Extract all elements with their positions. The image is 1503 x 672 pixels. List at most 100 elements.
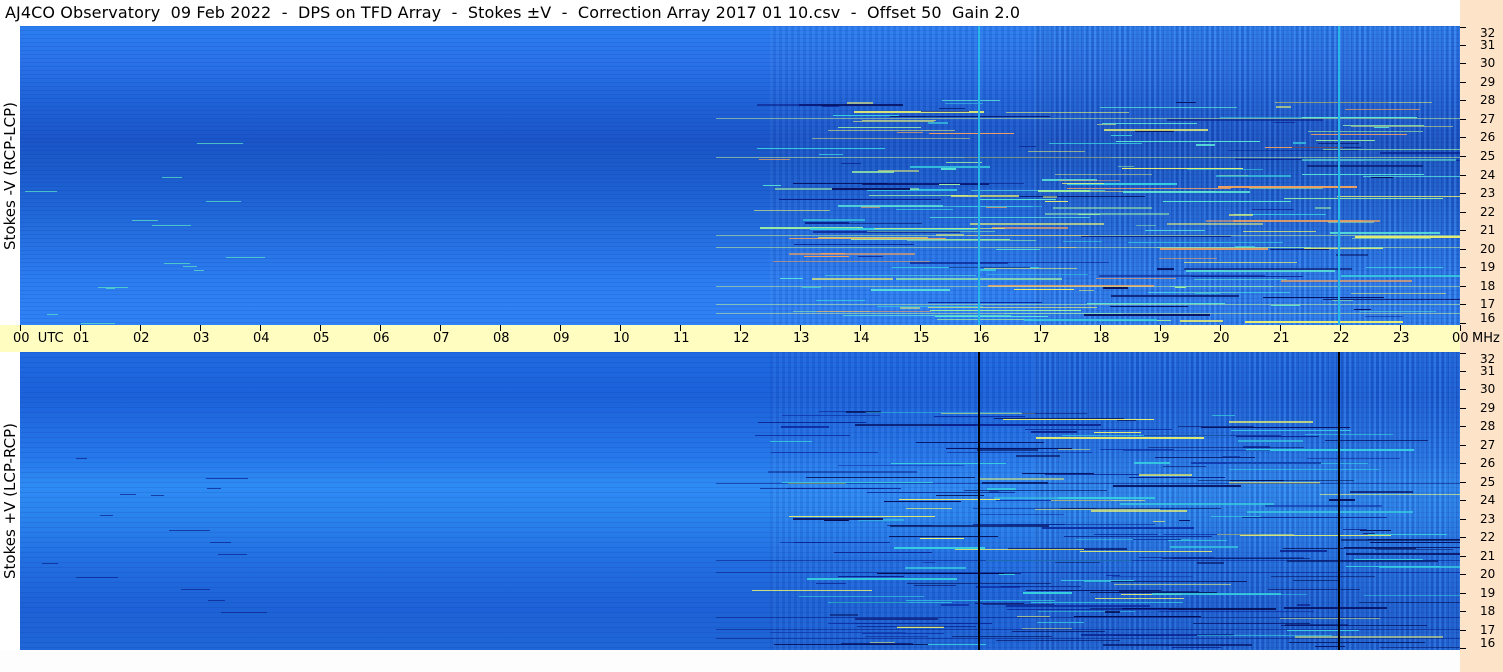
emission-streak [1162, 558, 1311, 559]
page-title: AJ4CO Observatory 09 Feb 2022 - DPS on T… [5, 3, 1021, 22]
emission-streak [1104, 611, 1120, 613]
emission-streak [793, 244, 914, 245]
emission-streak [830, 614, 858, 616]
emission-streak [1351, 126, 1453, 127]
emission-streak [1235, 159, 1311, 160]
emission-streak [805, 222, 849, 224]
emission-streak [951, 636, 1053, 637]
emission-streak [1211, 415, 1236, 416]
emission-streak [1090, 510, 1187, 512]
emission-streak [1291, 147, 1361, 148]
emission-streak [1041, 527, 1194, 529]
frequency-tick-label: 20 [1480, 242, 1496, 256]
emission-streak [854, 623, 993, 624]
time-tick-label: 07 [433, 331, 450, 346]
time-tick-label: 06 [373, 331, 390, 346]
emission-streak [1337, 196, 1460, 197]
emission-streak [823, 520, 850, 521]
emission-streak [1024, 319, 1157, 321]
emission-streak [181, 589, 210, 590]
frequency-tick-label: 31 [1480, 38, 1496, 52]
time-tick-mark [200, 325, 201, 331]
emission-streak [1184, 262, 1298, 263]
emission-streak [1128, 477, 1226, 478]
frequency-tick-label: 26 [1480, 130, 1496, 144]
emission-streak [152, 225, 192, 226]
emission-streak [874, 228, 1005, 229]
emission-streak [1270, 576, 1376, 577]
emission-streak [815, 300, 865, 301]
emission-streak [831, 188, 910, 190]
frequency-tick-label: 21 [1480, 549, 1496, 563]
frequency-tick-label: 30 [1480, 382, 1496, 396]
time-tick-mark [1100, 325, 1101, 331]
frequency-tick-label: 17 [1480, 297, 1496, 311]
emission-streak [1307, 458, 1401, 459]
emission-streak [1228, 214, 1253, 216]
emission-streak [1175, 102, 1197, 103]
emission-streak [1282, 548, 1416, 549]
emission-streak [866, 492, 1016, 493]
emission-streak [779, 199, 942, 200]
emission-streak [1121, 168, 1243, 169]
emission-streak [1080, 551, 1212, 552]
emission-streak [1050, 500, 1146, 501]
emission-streak [824, 275, 977, 276]
emission-streak [946, 452, 1092, 453]
emission-streak [1054, 174, 1153, 175]
emission-streak [1301, 174, 1425, 175]
emission-streak [840, 163, 862, 164]
emission-streak [919, 538, 964, 539]
frequency-tick-label: 24 [1480, 493, 1496, 507]
emission-streak [1197, 635, 1333, 636]
emission-streak [905, 600, 1056, 601]
time-tick-label: 00 UTC [13, 331, 64, 346]
emission-streak [1245, 449, 1415, 451]
emission-streak [941, 168, 956, 170]
time-tick-label: 02 [133, 331, 150, 346]
bottom-ylabel: Stokes +V (LCP-RCP) [0, 352, 20, 650]
emission-streak [1111, 581, 1248, 582]
emission-streak [934, 316, 1049, 317]
emission-streak [886, 525, 933, 526]
emission-streak [1171, 647, 1221, 648]
emission-streak [716, 247, 1460, 248]
emission-streak [1062, 241, 1103, 242]
frequency-tick-mark [1460, 537, 1466, 538]
emission-streak [755, 435, 851, 436]
emission-streak [773, 261, 930, 262]
emission-streak [816, 583, 846, 584]
emission-streak [768, 471, 918, 473]
emission-streak [752, 590, 872, 591]
emission-streak [803, 256, 849, 257]
emission-streak [812, 138, 970, 139]
emission-streak [1006, 609, 1170, 610]
frequency-tick-mark [1460, 249, 1466, 250]
emission-streak [945, 448, 1073, 449]
emission-streak [1084, 314, 1210, 316]
emission-streak [1024, 429, 1172, 430]
time-tick-mark [1340, 325, 1341, 331]
emission-streak [1370, 542, 1460, 543]
bottom-ylabel-text: Stokes +V (LCP-RCP) [1, 423, 19, 579]
emission-streak [1094, 598, 1185, 599]
emission-streak [762, 185, 782, 186]
emission-streak [1036, 622, 1084, 623]
emission-streak [862, 633, 944, 634]
emission-streak [1314, 646, 1345, 647]
time-tick-label: 17 [1033, 331, 1050, 346]
emission-streak [1052, 207, 1153, 209]
time-tick-label: 22 [1333, 331, 1350, 346]
emission-streak [942, 424, 1101, 426]
emission-streak [923, 562, 936, 563]
time-tick-mark [680, 325, 681, 331]
emission-streak [771, 452, 878, 453]
emission-streak [1343, 547, 1460, 548]
emission-streak [963, 490, 1107, 491]
emission-streak [1111, 576, 1193, 577]
emission-streak [838, 465, 964, 466]
emission-streak [1106, 575, 1120, 576]
emission-streak [910, 262, 1008, 264]
time-tick-label: 12 [733, 331, 750, 346]
emission-streak [1275, 106, 1291, 108]
